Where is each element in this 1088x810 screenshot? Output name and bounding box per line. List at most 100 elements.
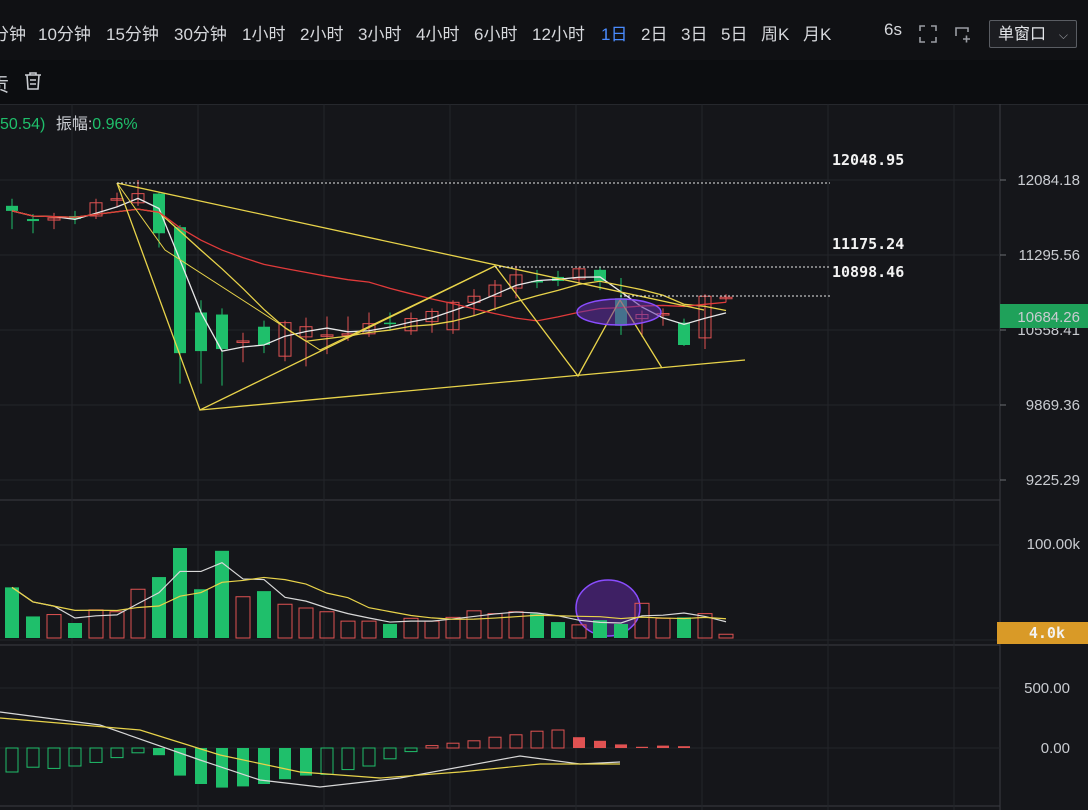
price-level-label: 11175.24 <box>832 235 904 253</box>
macd-bar <box>89 747 103 763</box>
volume-bar <box>257 591 271 638</box>
volume-bar <box>383 623 397 638</box>
volume-bar <box>152 577 166 638</box>
volume-bar <box>508 611 524 639</box>
macd-bar <box>320 747 334 775</box>
price-level-label: 10898.46 <box>832 263 904 281</box>
timeframe-14[interactable]: 周K <box>761 20 789 45</box>
volume-bar <box>340 620 356 639</box>
macd-bar <box>383 747 397 760</box>
macd-bar <box>131 747 145 754</box>
macd-bar <box>195 748 207 784</box>
macd-bar <box>530 730 544 749</box>
timeframe-1[interactable]: 10分钟 <box>38 20 91 45</box>
macd-bar <box>279 748 291 780</box>
volume-bar <box>718 633 734 639</box>
macd-bar <box>615 744 627 748</box>
volume-bar <box>319 611 335 639</box>
volume-bar <box>551 622 565 638</box>
macd-bar <box>110 747 124 759</box>
chart-area[interactable]: 12084.1811295.5610558.419869.369225.2910… <box>0 104 1088 810</box>
fullscreen-icon[interactable] <box>918 24 938 44</box>
volume-bar <box>277 603 293 639</box>
macd-bar <box>657 745 669 748</box>
macd-bar <box>678 746 690 748</box>
timeframe-15[interactable]: 月K <box>803 20 831 45</box>
volume-bar <box>298 607 314 639</box>
volume-bar <box>215 550 229 638</box>
volume-bar <box>26 616 40 638</box>
trendline-upper <box>116 182 705 311</box>
timeframe-0[interactable]: 分钟 <box>0 20 26 45</box>
volume-bar <box>677 617 691 638</box>
trash-icon[interactable] <box>22 70 44 92</box>
candle-body <box>27 219 39 222</box>
candle-body <box>195 312 207 352</box>
macd-bar <box>404 747 418 753</box>
price-axis-label: 9225.29 <box>1026 472 1080 489</box>
volume-bar <box>130 588 146 639</box>
timeframe-10[interactable]: 1日 <box>601 20 627 45</box>
timeframe-4[interactable]: 1小时 <box>242 20 285 45</box>
volume-bar <box>88 609 104 639</box>
toolbar-left-char[interactable]: 贡 <box>0 70 9 97</box>
window-mode-label: 单窗口 <box>998 26 1047 43</box>
current-price-label: 10684.26 <box>1017 309 1080 326</box>
macd-bar <box>341 747 355 771</box>
timeframe-12[interactable]: 3日 <box>681 20 707 45</box>
volume-axis-label: 100.00k <box>1027 536 1081 553</box>
macd-axis-label: 0.00 <box>1041 740 1070 757</box>
zigzag-line <box>116 182 663 411</box>
volume-bar <box>68 623 82 638</box>
timeframe-5[interactable]: 2小时 <box>300 20 343 45</box>
price-axis-label: 9869.36 <box>1026 397 1080 414</box>
macd-bar <box>594 740 606 748</box>
macd-bar <box>5 747 19 773</box>
price-axis-label: 12084.18 <box>1017 172 1080 189</box>
volume-bar <box>5 587 19 638</box>
highlight-ellipse <box>576 298 662 326</box>
timeframe-bar: 分钟 10分钟 15分钟 30分钟 1小时 2小时 3小时 4小时 6小时 12小时 1日 2日 3日 5… <box>0 0 1088 61</box>
timeframe-7[interactable]: 4小时 <box>416 20 459 45</box>
volume-current-label: 4.0k <box>1029 624 1065 642</box>
volume-bar <box>235 596 251 639</box>
candle-body <box>6 205 18 211</box>
macd-bar <box>258 748 270 784</box>
macd-axis-label: 500.00 <box>1024 680 1070 697</box>
macd-bar <box>573 737 585 748</box>
candle-body <box>258 326 270 345</box>
volume-bar <box>655 617 671 639</box>
drawing-toolbar: 贡 <box>0 60 1088 105</box>
price-level-label: 12048.95 <box>832 151 904 169</box>
window-mode-select[interactable]: 单窗口 ⌵ <box>989 20 1077 48</box>
refresh-interval[interactable]: 6s <box>884 20 902 40</box>
timeframe-9[interactable]: 12小时 <box>532 20 585 45</box>
timeframe-13[interactable]: 5日 <box>721 20 747 45</box>
macd-bar <box>26 747 40 768</box>
volume-bar <box>173 548 187 638</box>
timeframe-6[interactable]: 3小时 <box>358 20 401 45</box>
macd-bar <box>467 740 481 749</box>
chevron-down-icon: ⌵ <box>1058 28 1068 42</box>
candle-body <box>174 227 186 354</box>
macd-bar <box>425 745 439 749</box>
macd-bar <box>300 748 312 776</box>
macd-bar <box>636 746 648 748</box>
candle-body <box>153 193 165 234</box>
price-axis-label: 11295.56 <box>1019 247 1080 264</box>
macd-bar <box>153 748 165 756</box>
macd-bar <box>47 747 61 769</box>
macd-bar <box>446 742 460 749</box>
timeframe-11[interactable]: 2日 <box>641 20 667 45</box>
macd-bar <box>68 747 82 767</box>
timeframe-2[interactable]: 15分钟 <box>106 20 159 45</box>
macd-bar <box>551 729 565 749</box>
volume-bar <box>466 610 482 639</box>
volume-bar <box>445 616 461 639</box>
add-window-icon[interactable] <box>952 24 972 44</box>
volume-bar <box>194 589 208 638</box>
volume-bar <box>530 613 544 638</box>
timeframe-8[interactable]: 6小时 <box>474 20 517 45</box>
volume-bar <box>424 620 440 639</box>
timeframe-3[interactable]: 30分钟 <box>174 20 227 45</box>
